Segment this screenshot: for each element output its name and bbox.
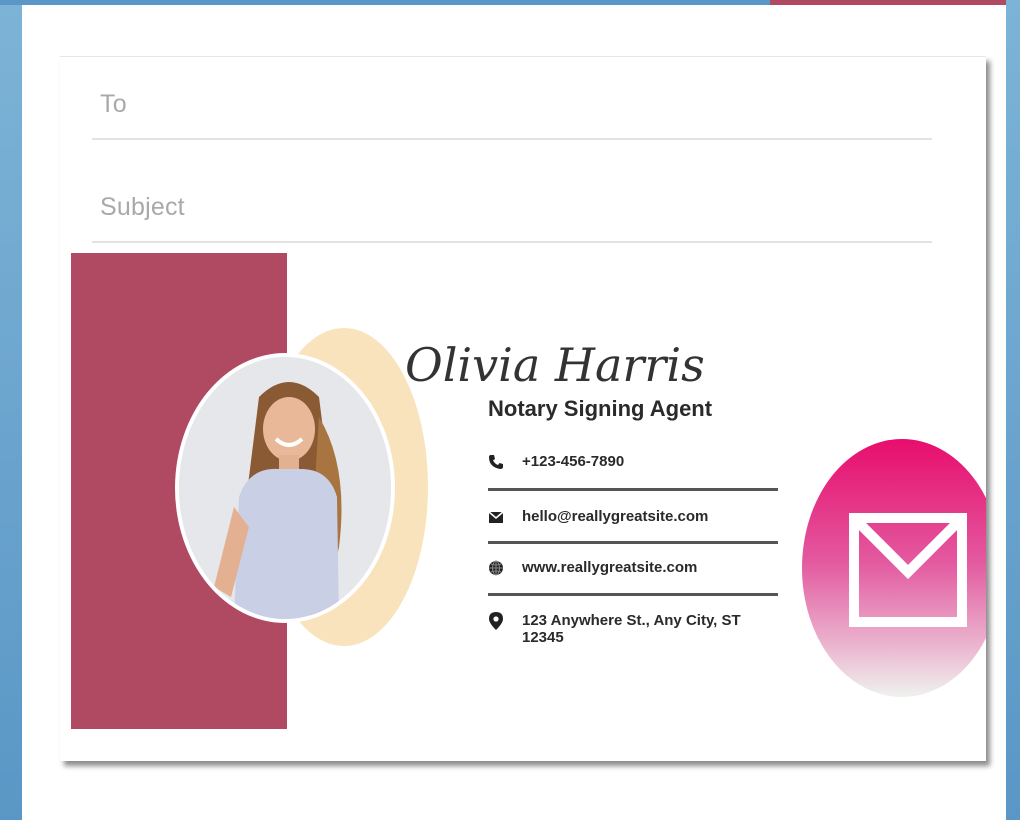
contact-website: www.reallygreatsite.com [488,559,778,577]
email-badge [802,439,986,697]
contact-address: 123 Anywhere St., Any City, ST 12345 [488,612,748,646]
to-placeholder: To [100,89,127,118]
street-address: 123 Anywhere St., Any City, ST 12345 [522,612,741,646]
portrait-illustration [179,357,391,619]
envelope-icon [849,513,967,627]
subject-field[interactable]: Subject [92,173,932,243]
contact-email: hello@reallygreatsite.com [488,508,778,526]
right-border [1006,0,1020,820]
name-signature: Olivia Harris [405,338,705,392]
to-field[interactable]: To [92,70,932,140]
email-compose-card: To Subject Olivia Harris Notary Signing … [60,56,986,761]
profile-photo [175,353,395,623]
location-pin-icon [488,612,504,630]
globe-icon [488,559,504,577]
top-border [0,0,770,5]
left-border [0,0,22,820]
mail-icon [488,508,504,526]
divider [488,593,778,596]
contact-phone: +123-456-7890 [488,453,778,471]
phone-number: +123-456-7890 [522,453,625,470]
top-border-accent [770,0,1006,5]
divider [488,488,778,491]
email-address: hello@reallygreatsite.com [522,508,709,525]
subject-placeholder: Subject [100,192,185,221]
divider [488,541,778,544]
phone-icon [488,453,504,471]
job-title: Notary Signing Agent [488,396,713,421]
website-url: www.reallygreatsite.com [522,559,698,576]
svg-text:Olivia Harris: Olivia Harris [405,338,705,392]
